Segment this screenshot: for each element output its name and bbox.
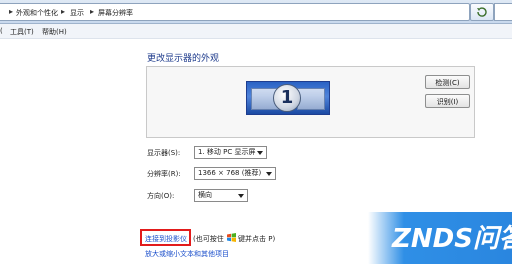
- orientation-select-value: 横向: [198, 191, 212, 199]
- connect-projector-link[interactable]: 连接到投影仪: [145, 234, 187, 244]
- projector-hint-text-after: 键并点击 P): [238, 235, 276, 243]
- resolution-select-value: 1366 × 768 (推荐): [198, 169, 262, 177]
- text-size-link[interactable]: 放大或缩小文本和其他项目: [145, 249, 229, 259]
- display-label: 显示器(S):: [147, 149, 181, 157]
- monitor-thumbnail[interactable]: 1: [246, 81, 330, 115]
- menu-tools[interactable]: 工具(T): [10, 27, 34, 37]
- breadcrumb-item-appearance[interactable]: 外观和个性化: [16, 8, 58, 18]
- search-input[interactable]: [494, 3, 512, 21]
- dropdown-arrow-icon: [266, 172, 272, 176]
- identify-button[interactable]: 识别(I): [425, 94, 470, 108]
- menu-help[interactable]: 帮助(H): [42, 27, 67, 37]
- detect-button[interactable]: 检测(C): [425, 75, 470, 89]
- resolution-select[interactable]: 1366 × 768 (推荐): [194, 167, 276, 180]
- resolution-label: 分辨率(R):: [147, 170, 181, 178]
- refresh-icon: [477, 7, 487, 17]
- menu-item-partial[interactable]: (: [0, 27, 3, 35]
- breadcrumb-item-display[interactable]: 显示: [70, 8, 84, 18]
- dropdown-arrow-icon: [238, 194, 244, 198]
- breadcrumb-separator: ▸: [61, 7, 66, 16]
- window-thumbnail: [297, 88, 325, 110]
- display-select-value: 1. 移动 PC 显示屏: [198, 148, 256, 156]
- address-bar: ▸ 外观和个性化 ▸ 显示 ▸ 屏幕分辨率: [0, 0, 512, 24]
- windows-key-icon: [227, 233, 236, 242]
- orientation-label: 方向(O):: [147, 192, 175, 200]
- breadcrumb[interactable]: ▸ 外观和个性化 ▸ 显示 ▸ 屏幕分辨率: [0, 3, 470, 21]
- breadcrumb-separator: ▸: [90, 7, 95, 16]
- refresh-button[interactable]: [470, 3, 494, 21]
- menu-bar: ( 工具(T) 帮助(H): [0, 24, 512, 39]
- display-select[interactable]: 1. 移动 PC 显示屏: [194, 146, 267, 159]
- page-title: 更改显示器的外观: [147, 54, 220, 64]
- breadcrumb-separator: ▸: [9, 7, 14, 16]
- monitor-number-badge: 1: [273, 84, 301, 112]
- dropdown-arrow-icon: [257, 151, 263, 155]
- watermark-logo-text: ZNDS问答: [392, 224, 512, 254]
- orientation-select[interactable]: 横向: [194, 189, 248, 202]
- breadcrumb-item-resolution[interactable]: 屏幕分辨率: [98, 8, 133, 18]
- projector-hint-text: (也可按住: [193, 235, 224, 243]
- watermark-logo: ZNDS问答: [368, 212, 512, 264]
